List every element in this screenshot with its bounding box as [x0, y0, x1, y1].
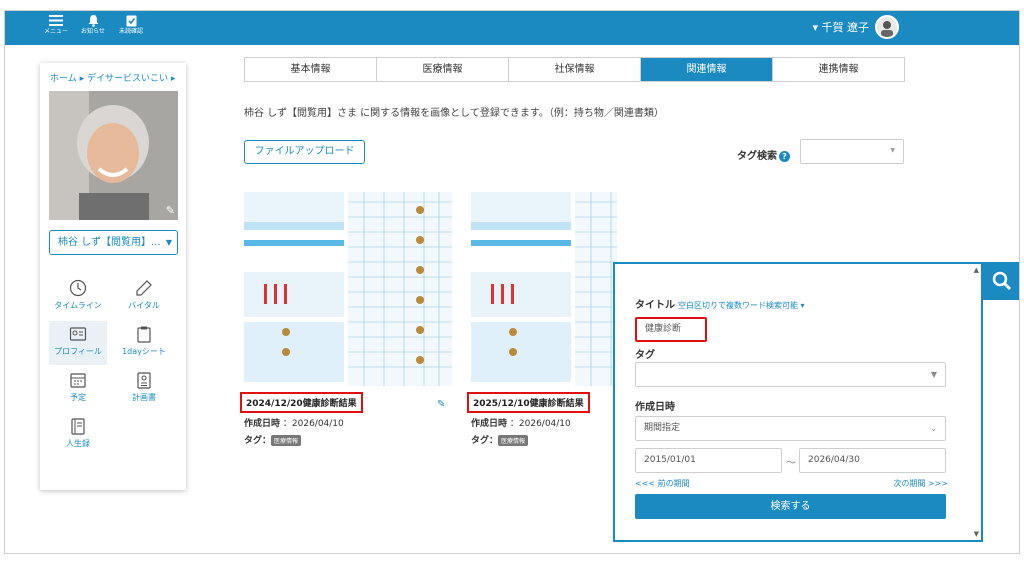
date-field-label: 作成日時 — [635, 402, 675, 413]
title-field-label: タイトル 空白区切りで複数ワード検索可能 ▾ — [635, 296, 805, 311]
next-period-link[interactable]: 次の期間 >>> — [893, 478, 948, 489]
menu-button[interactable]: メニュー — [39, 14, 73, 36]
card-tag: タグ： 医療情報 — [471, 433, 529, 446]
user-menu[interactable]: ▾ 千賀 遼子 — [812, 19, 869, 35]
tab-basic[interactable]: 基本情報 — [245, 58, 377, 81]
document-preview-image — [471, 192, 617, 386]
card-created: 作成日時 ：2026/04/10 — [244, 416, 344, 429]
person-select[interactable]: 柿谷 しず【閲覧用】... ▼ — [49, 230, 178, 255]
sidebar-item-label: バイタル — [128, 301, 160, 310]
date-to-input[interactable]: 2026/04/30 — [799, 448, 946, 473]
scroll-up-icon[interactable]: ▲ — [974, 266, 979, 274]
hamburger-icon — [49, 15, 63, 26]
tab-cooperation[interactable]: 連携情報 — [773, 58, 904, 81]
tag-search-text: タグ検索 — [737, 151, 777, 162]
search-panel: ▲ タイトル 空白区切りで複数ワード検索可能 ▾ 健康診断 タグ ▼ 作成日時 期… — [613, 262, 983, 542]
notice-label: お知らせ — [81, 28, 105, 35]
help-icon[interactable]: ? — [779, 150, 790, 162]
book-icon — [71, 418, 85, 435]
file-upload-button[interactable]: ファイルアップロード — [244, 140, 365, 164]
date-separator: 〜 — [786, 458, 796, 469]
menu-label: メニュー — [43, 28, 68, 35]
unconfirmed-label: 未読確認 — [118, 28, 143, 35]
created-label: 作成日時 — [244, 419, 281, 429]
sidebar-item-label: 人生録 — [66, 439, 90, 448]
created-label: 作成日時 — [471, 419, 508, 429]
chevron-down-icon: ▼ — [165, 238, 172, 247]
scroll-down-icon[interactable]: ▼ — [974, 530, 979, 538]
tag-field-label: タグ — [635, 350, 655, 361]
prev-period-link[interactable]: <<< 前の期間 — [635, 478, 690, 489]
profile-photo: ✎ — [49, 91, 178, 220]
tag-search-select[interactable]: ▼ — [800, 139, 904, 164]
app-window: メニュー お知らせ 未読確認 ▾ 千賀 遼子 ホーム ▸ デイサービスいこい ▸ — [4, 10, 1020, 554]
sidebar-item-timeline[interactable]: タイムライン — [49, 275, 107, 319]
created-value: ：2026/04/10 — [509, 419, 571, 429]
thermometer-icon — [136, 280, 152, 296]
sidebar-item-label: 計画書 — [132, 393, 156, 402]
breadcrumb[interactable]: ホーム ▸ デイサービスいこい ▸ — [50, 71, 175, 84]
search-submit-button[interactable]: 検索する — [635, 494, 946, 519]
info-tabs: 基本情報 医療情報 社保情報 関連情報 連携情報 — [244, 57, 905, 82]
period-select[interactable]: 期間指定 ⌄ — [635, 416, 946, 441]
tag-label: タグ： — [244, 436, 272, 446]
title-label-text: タイトル — [635, 300, 675, 311]
card-title[interactable]: 2024/12/20健康診断結果 — [240, 392, 363, 413]
unconfirmed-button[interactable]: 未読確認 — [114, 14, 148, 36]
card-created: 作成日時 ：2026/04/10 — [471, 416, 571, 429]
edit-icon[interactable]: ✎ — [437, 399, 445, 410]
card-title[interactable]: 2025/12/10健康診断結果 — [467, 392, 590, 413]
tag-badge: 医療情報 — [271, 435, 302, 446]
created-value: ：2026/04/10 — [282, 419, 344, 429]
sidebar-item-1day[interactable]: 1dayシート — [115, 321, 173, 365]
chevron-down-icon: ⌄ — [930, 424, 937, 433]
chevron-down-icon: ▼ — [930, 370, 937, 379]
date-from-input[interactable]: 2015/01/01 — [635, 448, 782, 473]
sidebar-item-label: 予定 — [70, 393, 86, 402]
tag-select[interactable]: ▼ — [635, 362, 946, 387]
tab-related[interactable]: 関連情報 — [641, 58, 773, 81]
sidebar-item-plan[interactable]: 計画書 — [115, 367, 173, 411]
profile-card-icon — [69, 327, 87, 341]
document-thumbnail[interactable] — [244, 192, 452, 386]
sidebar-item-vital[interactable]: バイタル — [115, 275, 173, 319]
tag-label: タグ： — [471, 436, 499, 446]
search-toggle-button[interactable] — [983, 262, 1019, 300]
document-thumbnail[interactable] — [471, 192, 617, 386]
tab-medical[interactable]: 医療情報 — [377, 58, 509, 81]
user-avatar[interactable] — [875, 15, 899, 39]
document-preview-image — [244, 192, 452, 386]
card-tag: タグ： 医療情報 — [244, 433, 302, 446]
sidebar-item-profile[interactable]: プロフィール — [49, 321, 107, 365]
clipboard-check-icon — [126, 15, 136, 27]
notice-button[interactable]: お知らせ — [76, 14, 110, 36]
edit-photo-icon[interactable]: ✎ — [166, 204, 175, 217]
person-select-label: 柿谷 しず【閲覧用】... — [58, 237, 161, 248]
chevron-down-icon: ▼ — [890, 147, 895, 154]
tag-search-label: タグ検索? — [737, 147, 790, 162]
title-hint[interactable]: 空白区切りで複数ワード検索可能 ▾ — [678, 301, 805, 310]
sidebar-item-label: プロフィール — [54, 347, 102, 356]
clock-icon — [69, 279, 87, 297]
top-bar: メニュー お知らせ 未読確認 ▾ 千賀 遼子 — [5, 11, 1019, 45]
sidebar: ホーム ▸ デイサービスいこい ▸ ✎ 柿谷 しず【閲覧用】... ▼ タイムラ… — [40, 63, 186, 490]
plan-document-icon — [137, 372, 151, 389]
sidebar-item-life-record[interactable]: 人生録 — [49, 413, 107, 457]
tag-badge: 医療情報 — [498, 435, 529, 446]
title-search-input[interactable]: 健康診断 — [635, 317, 707, 342]
sidebar-item-label: 1dayシート — [122, 347, 166, 356]
sidebar-item-label: タイムライン — [54, 301, 102, 310]
bell-icon — [88, 15, 98, 27]
period-select-value: 期間指定 — [644, 423, 681, 433]
tab-insurance[interactable]: 社保情報 — [509, 58, 641, 81]
search-icon — [992, 271, 1012, 291]
calendar-icon — [70, 373, 86, 388]
clipboard-icon — [137, 326, 151, 343]
sidebar-item-schedule[interactable]: 予定 — [49, 367, 107, 411]
page-description: 柿谷 しず【閲覧用】さま に関する情報を画像として登録できます。（例：持ち物／関… — [244, 108, 664, 119]
